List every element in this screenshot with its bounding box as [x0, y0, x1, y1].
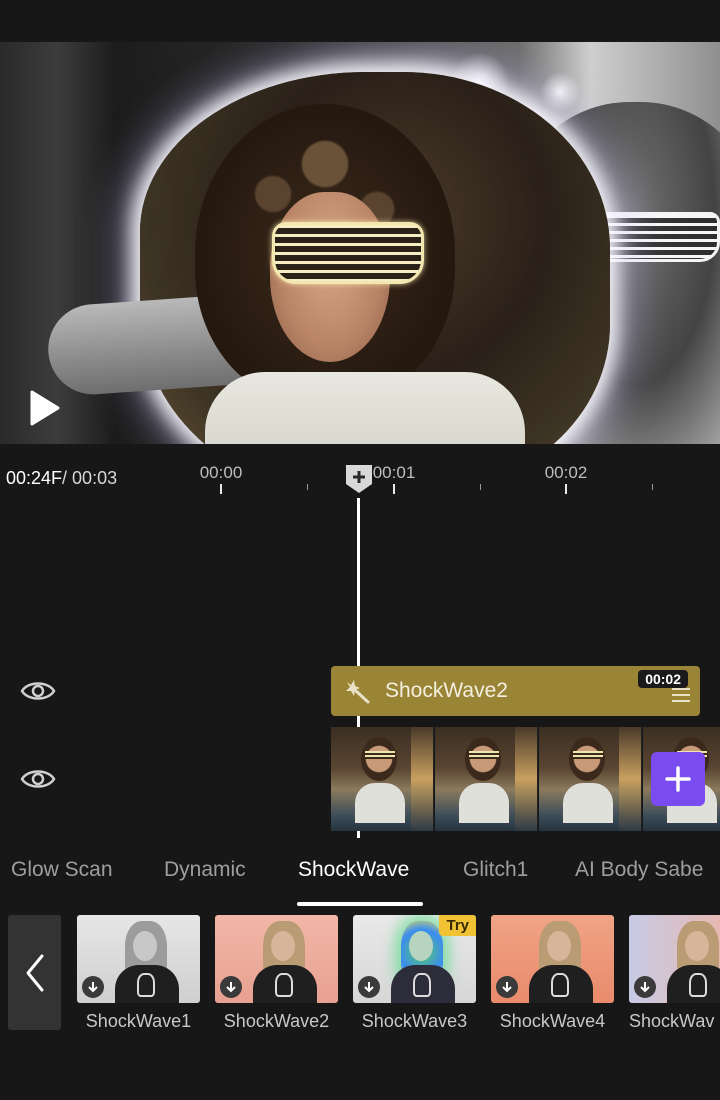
- effect-thumbnail: [629, 915, 720, 1003]
- active-tab-indicator: [297, 902, 423, 906]
- effect-item-shockwave3[interactable]: Try ShockWave3: [353, 915, 476, 1032]
- tick-label: 00:01: [372, 463, 416, 482]
- try-badge: Try: [439, 915, 476, 936]
- clip-frame: [331, 727, 434, 831]
- clip-frame: [435, 727, 538, 831]
- download-icon: [496, 976, 518, 998]
- shutter-glasses: [272, 222, 424, 284]
- tick-label: 00:00: [199, 463, 243, 482]
- add-clip-button[interactable]: [651, 752, 705, 806]
- eye-icon[interactable]: [20, 679, 56, 703]
- plus-marker-icon: [346, 465, 372, 493]
- effect-item-label: ShockWave1: [85, 1011, 192, 1031]
- time-readout: 00:24F/ 00:03: [6, 468, 117, 489]
- download-icon: [634, 976, 656, 998]
- chevron-left-icon: [26, 954, 43, 991]
- bokeh-light: [540, 72, 580, 112]
- tick-label: 00:02: [544, 463, 588, 482]
- clip-frame: [539, 727, 642, 831]
- effect-clip[interactable]: ShockWave2 00:02: [331, 666, 700, 716]
- tick-major: [393, 484, 395, 494]
- effect-item-label: ShockWave2: [223, 1011, 330, 1031]
- tab-ai-body-saber[interactable]: AI Body Sabe: [575, 858, 703, 882]
- plus-icon: [665, 766, 691, 792]
- tab-glow-scan[interactable]: Glow Scan: [11, 858, 113, 882]
- download-icon: [358, 976, 380, 998]
- tick-major: [565, 484, 567, 494]
- effect-item-label: ShockWave3: [361, 1011, 468, 1031]
- effect-item-shockwave4[interactable]: ShockWave4: [491, 915, 614, 1032]
- video-preview[interactable]: [0, 42, 720, 444]
- tick-minor: [307, 484, 308, 490]
- effect-item-shockwave1[interactable]: ShockWave1: [77, 915, 200, 1032]
- subject-top: [205, 372, 525, 444]
- effect-thumbnail: Try: [353, 915, 476, 1003]
- effect-item-label: ShockWav: [629, 1011, 715, 1031]
- eye-icon[interactable]: [20, 767, 56, 791]
- effect-item-shockwave2[interactable]: ShockWave2: [215, 915, 338, 1032]
- magic-wand-icon: [346, 680, 370, 704]
- tab-glitch1[interactable]: Glitch1: [463, 858, 528, 882]
- effect-clip-name: ShockWave2: [385, 679, 508, 702]
- effect-category-tabs: Glow Scan Dynamic ShockWave Glitch1 AI B…: [0, 850, 720, 910]
- tab-shockwave[interactable]: ShockWave: [298, 858, 409, 882]
- play-button[interactable]: [24, 388, 64, 428]
- current-time: 00:24F: [6, 468, 63, 488]
- effect-thumbnail: [77, 915, 200, 1003]
- playhead-handle[interactable]: [345, 464, 373, 494]
- download-icon: [220, 976, 242, 998]
- tick-minor: [480, 484, 481, 490]
- effect-item-label: ShockWave4: [499, 1011, 606, 1031]
- effects-strip[interactable]: ShockWave1 ShockWave2 Try ShockWave3 Sho…: [0, 915, 720, 1040]
- tab-dynamic[interactable]: Dynamic: [164, 858, 246, 882]
- download-icon: [82, 976, 104, 998]
- effect-thumbnail: [491, 915, 614, 1003]
- back-button[interactable]: [8, 915, 61, 1030]
- tick-major: [220, 484, 222, 494]
- play-icon: [30, 390, 60, 426]
- drag-handle-icon[interactable]: [670, 686, 692, 704]
- tick-minor: [652, 484, 653, 490]
- total-time: / 00:03: [62, 468, 118, 488]
- effect-thumbnail: [215, 915, 338, 1003]
- effect-item-shockwave5[interactable]: ShockWav: [629, 915, 720, 1032]
